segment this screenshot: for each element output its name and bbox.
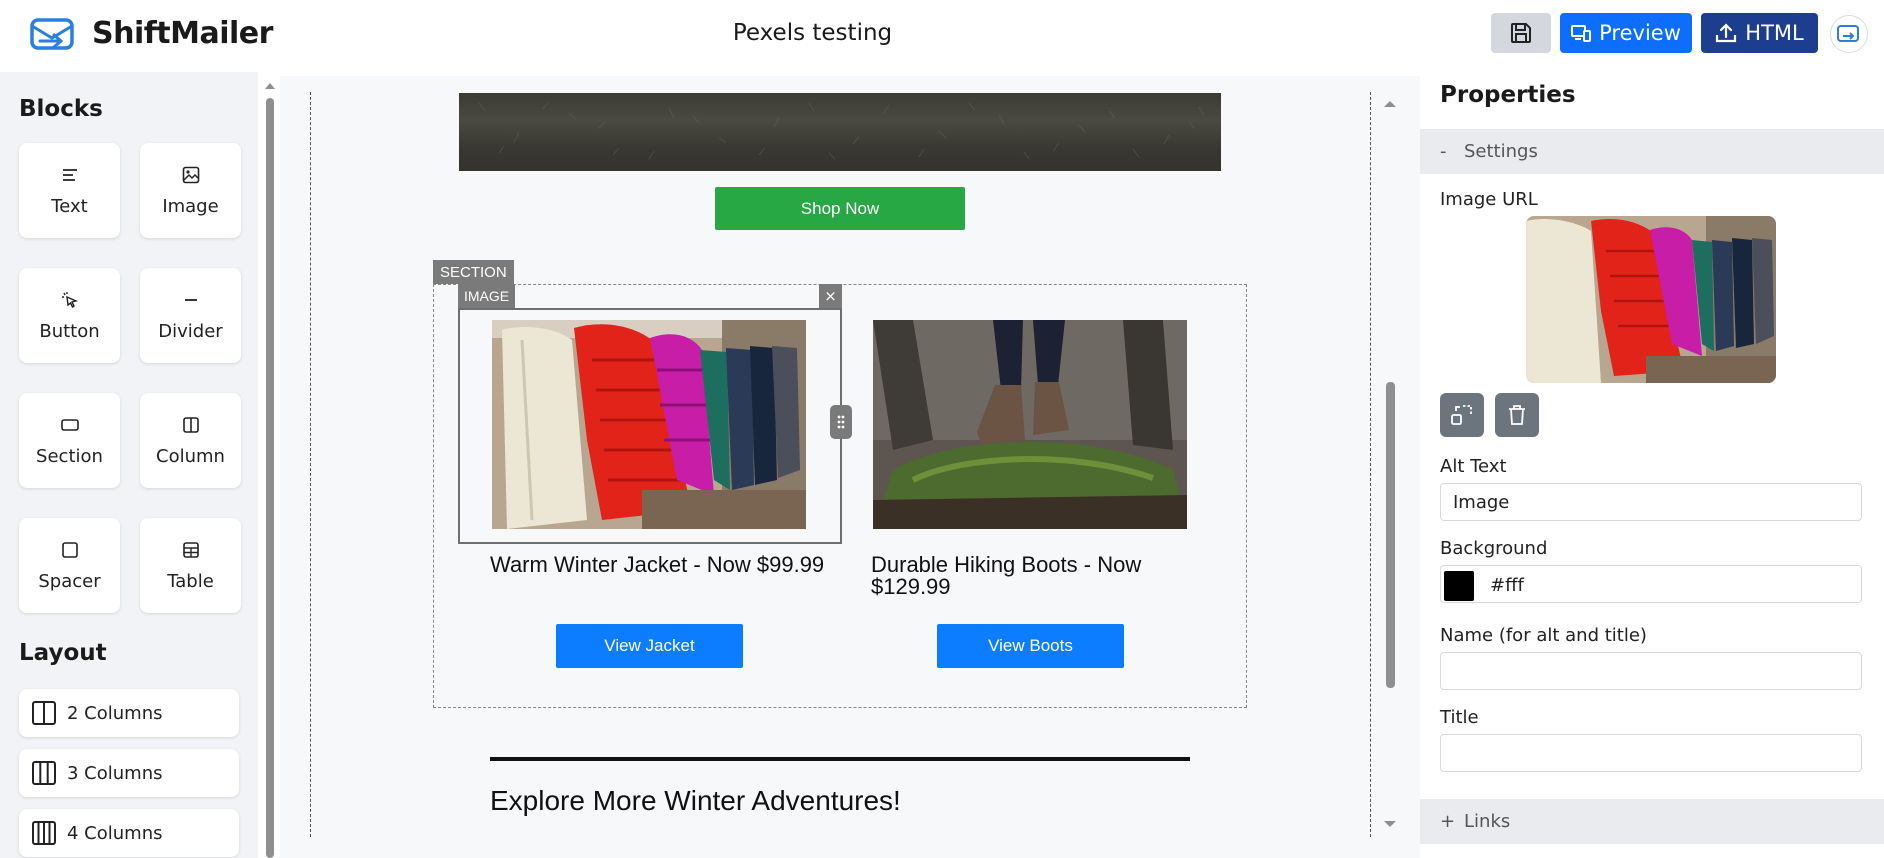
block-label: Divider — [158, 321, 223, 342]
collapse-icon: - — [1440, 141, 1447, 162]
block-label: Image — [162, 196, 219, 217]
scroll-up-arrow-icon — [1384, 101, 1396, 107]
drag-handle-icon[interactable] — [830, 405, 852, 439]
scroll-up-arrow-icon — [265, 83, 275, 89]
html-label: HTML — [1745, 21, 1804, 45]
export-html-button[interactable]: HTML — [1701, 13, 1818, 53]
expand-icon: + — [1440, 811, 1456, 832]
block-label: Button — [39, 321, 100, 342]
image-preview-photo — [1526, 216, 1776, 383]
close-icon[interactable]: × — [819, 284, 842, 308]
blocks-heading: Blocks — [19, 96, 103, 122]
settings-accordion-header[interactable]: - Settings — [1420, 129, 1884, 174]
delete-image-button[interactable] — [1495, 393, 1539, 437]
block-table[interactable]: Table — [140, 518, 241, 613]
links-accordion-header[interactable]: + Links — [1420, 799, 1884, 844]
hero-image[interactable] — [459, 93, 1221, 171]
hero-image-texture — [478, 100, 1205, 160]
image-url-label: Image URL — [1440, 189, 1538, 210]
top-bar: ShiftMailer Pexels testing Preview HTML — [0, 0, 1884, 70]
mail-logo-icon — [1837, 25, 1859, 42]
canvas-right-guide — [1370, 92, 1371, 837]
pointer-click-icon — [61, 289, 79, 311]
block-button[interactable]: Button — [19, 268, 120, 363]
title-input[interactable] — [1440, 734, 1862, 772]
column-icon — [182, 414, 200, 436]
product-image-jackets[interactable] — [492, 320, 806, 529]
two-columns-icon — [32, 701, 56, 725]
layout-3-columns[interactable]: 3 Columns — [19, 749, 239, 797]
boots-photo — [873, 320, 1187, 529]
product-title: Durable Hiking Boots - Now $129.99 — [871, 552, 1142, 599]
block-divider[interactable]: Divider — [140, 268, 241, 363]
block-image[interactable]: Image — [140, 143, 241, 238]
name-input[interactable] — [1440, 652, 1862, 690]
alt-text-label: Alt Text — [1440, 456, 1507, 477]
divider-block[interactable] — [490, 757, 1190, 761]
block-label: Text — [51, 196, 88, 217]
image-url-preview[interactable] — [1526, 216, 1776, 383]
trash-icon — [1509, 405, 1525, 425]
block-column[interactable]: Column — [140, 393, 241, 488]
alt-text-input[interactable]: Image — [1440, 483, 1862, 521]
image-tag: IMAGE — [458, 284, 516, 308]
scroll-down-arrow-icon — [1384, 821, 1396, 827]
save-button[interactable] — [1491, 13, 1551, 53]
view-jacket-button[interactable]: View Jacket — [556, 624, 743, 668]
block-text[interactable]: Text — [19, 143, 120, 238]
view-boots-button[interactable]: View Boots — [937, 624, 1124, 668]
block-label: Section — [36, 446, 103, 467]
table-grid-icon — [182, 539, 200, 561]
blocks-sidebar: Blocks Text Image Button Divider Section — [0, 72, 258, 858]
layout-heading: Layout — [19, 640, 107, 666]
document-title: Pexels testing — [732, 20, 893, 46]
four-columns-icon — [32, 821, 56, 845]
user-avatar[interactable] — [1830, 15, 1868, 53]
block-label: Spacer — [38, 571, 101, 592]
block-spacer[interactable]: Spacer — [19, 518, 120, 613]
title-label: Title — [1440, 707, 1479, 728]
sidebar-scrollbar[interactable] — [263, 76, 277, 858]
canvas-scrollbar[interactable] — [1382, 92, 1398, 837]
properties-panel: Properties - Settings Image URL Alt Text… — [1420, 72, 1884, 858]
name-label: Name (for alt and title) — [1440, 625, 1647, 646]
background-label: Background — [1440, 538, 1548, 559]
spacer-square-icon — [61, 539, 79, 561]
layout-4-columns[interactable]: 4 Columns — [19, 809, 239, 857]
shop-now-button[interactable]: Shop Now — [715, 187, 965, 230]
block-label: Column — [156, 446, 225, 467]
floppy-disk-icon — [1511, 23, 1531, 43]
text-lines-icon — [61, 164, 79, 186]
jackets-photo — [492, 320, 806, 529]
devices-icon — [1571, 25, 1592, 42]
canvas-scroll-thumb[interactable] — [1386, 382, 1395, 688]
sidebar-scroll-thumb[interactable] — [266, 98, 274, 858]
layout-label: 4 Columns — [67, 822, 163, 844]
layout-label: 3 Columns — [67, 762, 163, 784]
replace-image-button[interactable] — [1440, 393, 1484, 437]
preview-button[interactable]: Preview — [1560, 13, 1692, 53]
properties-title: Properties — [1440, 82, 1576, 108]
layout-label: 2 Columns — [67, 702, 163, 724]
image-icon — [182, 164, 200, 186]
background-color-value: #fff — [1490, 575, 1524, 596]
links-label: Links — [1464, 811, 1511, 832]
section-rect-icon — [60, 414, 80, 436]
explore-heading[interactable]: Explore More Winter Adventures! — [490, 785, 901, 817]
section-tag: SECTION — [433, 260, 514, 284]
settings-label: Settings — [1464, 141, 1538, 162]
swap-image-icon — [1451, 405, 1472, 425]
divider-icon — [182, 289, 200, 311]
three-columns-icon — [32, 761, 56, 785]
block-label: Table — [167, 571, 214, 592]
preview-label: Preview — [1599, 21, 1681, 45]
layout-2-columns[interactable]: 2 Columns — [19, 689, 239, 737]
product-title: Warm Winter Jacket - Now $99.99 — [490, 552, 825, 577]
block-section[interactable]: Section — [19, 393, 120, 488]
color-swatch[interactable] — [1444, 571, 1474, 601]
upload-icon — [1716, 23, 1737, 43]
product-image-boots[interactable] — [873, 320, 1187, 529]
canvas-left-guide — [310, 92, 311, 837]
